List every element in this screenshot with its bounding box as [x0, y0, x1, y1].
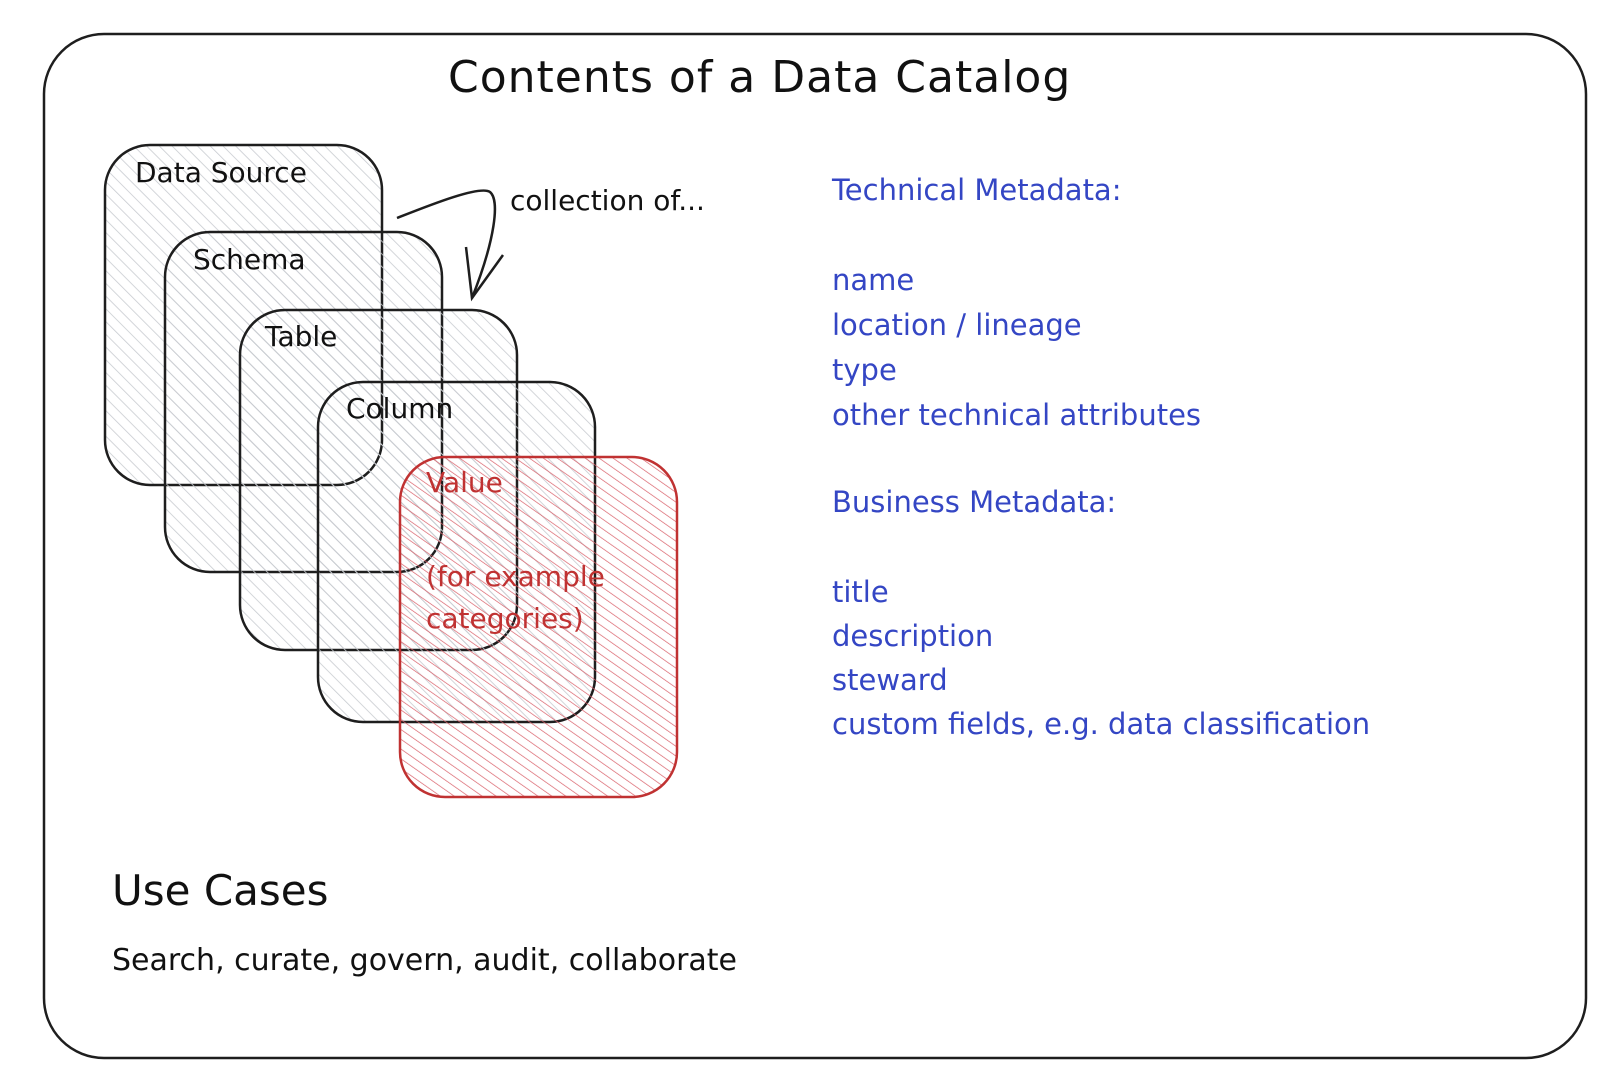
page-title: Contents of a Data Catalog [448, 52, 1072, 103]
business-metadata-heading: Business Metadata: [832, 485, 1117, 519]
business-metadata-item: custom fields, e.g. data classification [832, 707, 1371, 741]
box-label-data-source: Data Source [135, 156, 307, 189]
technical-metadata-item: name [832, 263, 915, 297]
box-label-table: Table [265, 320, 338, 353]
business-metadata-item: title [832, 575, 889, 609]
business-metadata-item: steward [832, 663, 948, 697]
business-metadata-item: description [832, 619, 994, 653]
value-example-line1: (for example [426, 560, 605, 593]
use-cases-heading: Use Cases [112, 866, 329, 915]
arrow-head-icon [464, 246, 505, 302]
collection-annotation: collection of... [510, 184, 705, 217]
box-label-value: Value [426, 466, 503, 499]
box-label-schema: Schema [193, 243, 306, 276]
technical-metadata-heading: Technical Metadata: [832, 173, 1122, 207]
technical-metadata-item: other technical attributes [832, 398, 1202, 432]
technical-metadata-item: type [832, 353, 897, 387]
technical-metadata-item: location / lineage [832, 308, 1082, 342]
use-cases-text: Search, curate, govern, audit, collabora… [112, 943, 738, 978]
box-label-column: Column [346, 392, 454, 425]
value-example-line2: categories) [426, 602, 584, 635]
